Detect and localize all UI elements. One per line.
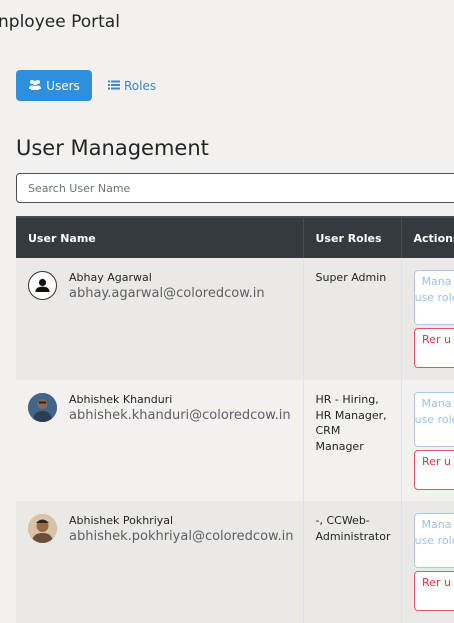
user-roles: HR - Hiring, HR Manager, CRM Manager [303, 380, 401, 501]
list-icon [108, 79, 120, 93]
manage-user-roles-button[interactable]: Mana use role [414, 270, 454, 325]
remove-user-button[interactable]: Rer u [414, 328, 454, 368]
tab-users-label: Users [46, 79, 80, 93]
table-row: Abhishek Pokhriyal abhishek.pokhriyal@co… [16, 501, 454, 623]
column-header-user-name: User Name [16, 217, 303, 258]
actions-cell: Mana use role Rer u [401, 380, 454, 501]
user-name: Abhishek Khanduri [69, 393, 291, 406]
user-email: abhishek.pokhriyal@coloredcow.in [69, 529, 293, 544]
table-row: Abhay Agarwal abhay.agarwal@coloredcow.i… [16, 258, 454, 380]
user-name-cell: Abhishek Pokhriyal abhishek.pokhriyal@co… [16, 501, 303, 623]
tab-roles[interactable]: Roles [108, 70, 168, 101]
column-header-user-roles: User Roles [303, 217, 401, 258]
user-email: abhay.agarwal@coloredcow.in [69, 286, 265, 301]
page-title: User Management [16, 136, 209, 160]
table-header-row: User Name User Roles Actions [16, 217, 454, 258]
user-name: Abhishek Pokhriyal [69, 514, 293, 527]
remove-user-button[interactable]: Rer u [414, 571, 454, 611]
portal-title: nployee Portal [0, 12, 120, 32]
default-user-icon [28, 271, 57, 300]
user-email: abhishek.khanduri@coloredcow.in [69, 408, 291, 423]
user-name-cell: Abhishek Khanduri abhishek.khanduri@colo… [16, 380, 303, 501]
search-input[interactable] [16, 173, 454, 203]
actions-cell: Mana use role Rer u [401, 501, 454, 623]
remove-user-button[interactable]: Rer u [414, 450, 454, 490]
users-icon [28, 79, 42, 93]
user-roles: Super Admin [303, 258, 401, 380]
manage-user-roles-button[interactable]: Mana use role [414, 392, 454, 447]
user-avatar [28, 514, 57, 543]
actions-cell: Mana use role Rer u [401, 258, 454, 380]
user-name: Abhay Agarwal [69, 271, 265, 284]
users-table: User Name User Roles Actions Abhay Agarw… [16, 216, 454, 623]
tab-roles-label: Roles [124, 79, 156, 93]
manage-user-roles-button[interactable]: Mana use role [414, 513, 454, 568]
tab-users[interactable]: Users [16, 70, 92, 101]
user-roles: -, CCWeb-Administrator [303, 501, 401, 623]
user-avatar [28, 393, 57, 422]
table-row: Abhishek Khanduri abhishek.khanduri@colo… [16, 380, 454, 501]
column-header-actions: Actions [401, 217, 454, 258]
user-name-cell: Abhay Agarwal abhay.agarwal@coloredcow.i… [16, 258, 303, 380]
